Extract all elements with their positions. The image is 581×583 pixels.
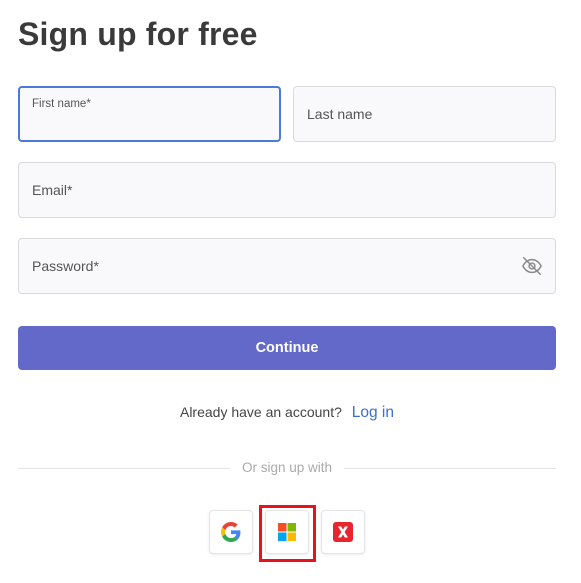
last-name-field[interactable]: Last name (293, 86, 556, 142)
microsoft-signup-button[interactable] (265, 510, 309, 554)
first-name-label: First name* (32, 98, 91, 110)
x-signup-button[interactable] (321, 510, 365, 554)
page-title: Sign up for free (18, 16, 258, 52)
first-name-field[interactable]: First name* (18, 86, 281, 142)
toggle-password-visibility-icon[interactable] (521, 255, 543, 277)
google-signup-button[interactable] (209, 510, 253, 554)
password-label: Password* (32, 258, 99, 274)
login-prompt-row: Already have an account? Log in (0, 404, 574, 422)
email-field[interactable]: Email* (18, 162, 556, 218)
email-label: Email* (32, 182, 73, 198)
login-link[interactable]: Log in (352, 404, 394, 421)
login-prompt-text: Already have an account? (179, 404, 342, 420)
divider-right (344, 468, 556, 469)
last-name-label: Last name (307, 106, 373, 122)
signup-page: Sign up for free First name* Last name E… (0, 0, 581, 583)
password-field[interactable]: Password* (18, 238, 556, 294)
continue-button[interactable]: Continue (18, 326, 556, 370)
